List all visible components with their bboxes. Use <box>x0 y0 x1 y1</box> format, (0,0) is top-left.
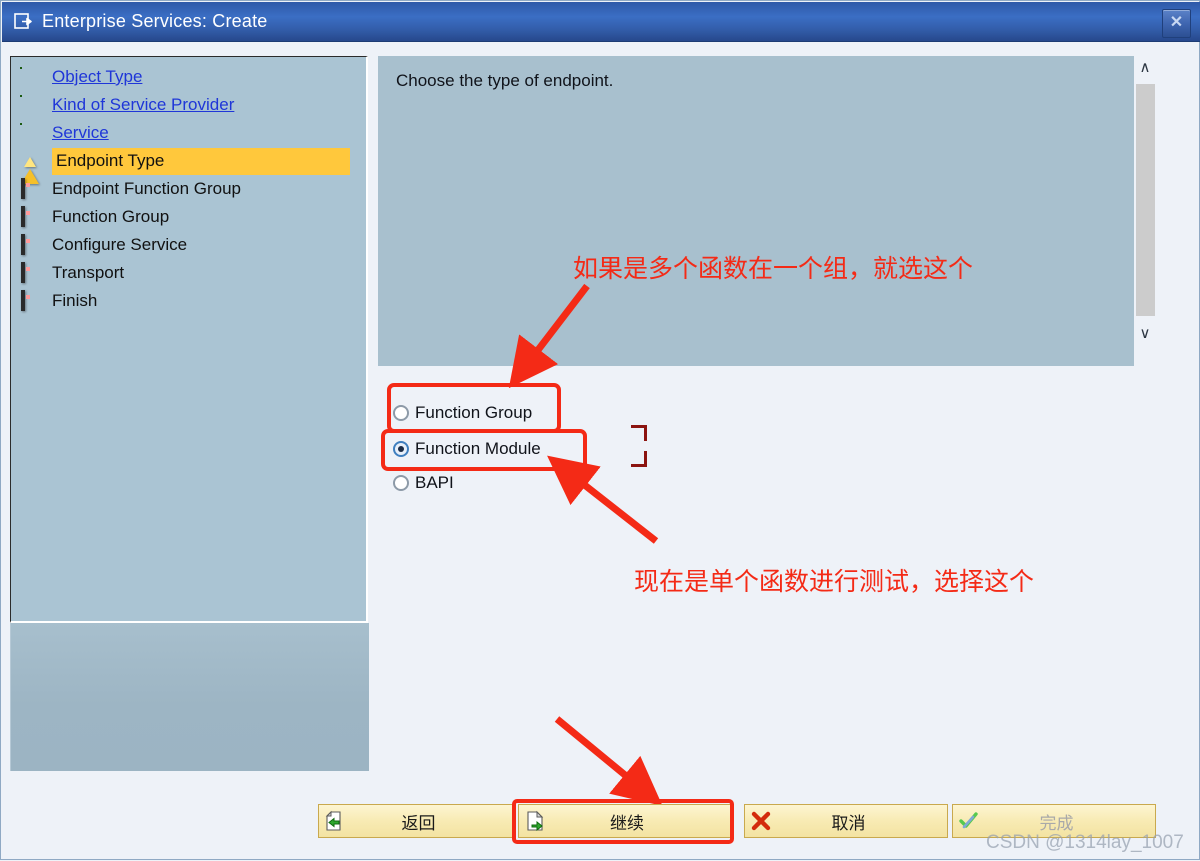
back-button[interactable]: 返回 <box>318 804 514 838</box>
red-square-icon-shape <box>21 262 25 283</box>
button-label: 继续 <box>610 813 644 834</box>
radio-option-bapi[interactable]: BAPI <box>393 470 454 496</box>
close-glyph: ✕ <box>1169 14 1184 31</box>
radio-mark-icon <box>393 405 409 421</box>
create-document-icon <box>14 13 32 29</box>
radio-option-function-module[interactable]: Function Module <box>393 436 541 462</box>
sidebar-item-function-group: Function Group <box>13 203 364 231</box>
continue-button[interactable]: 继续 <box>518 804 731 838</box>
sidebar-item-label: Transport <box>52 263 125 282</box>
annotation-note-bottom: 现在是单个函数进行测试，选择这个 <box>634 567 1035 596</box>
description-panel: Choose the type of endpoint. <box>378 56 1134 366</box>
red-square-icon <box>21 290 39 311</box>
sidebar-item-label: Configure Service <box>52 235 188 254</box>
sidebar-item-endpoint-function-group: Endpoint Function Group <box>13 175 364 203</box>
radio-label: BAPI <box>415 473 454 492</box>
sidebar-item-label: Endpoint Function Group <box>52 179 242 198</box>
annotation-note-top: 如果是多个函数在一个组，就选这个 <box>573 254 974 283</box>
tree-panel-backdrop <box>10 623 369 771</box>
button-label: 取消 <box>831 813 866 834</box>
green-sphere-icon <box>21 68 39 86</box>
sidebar-item-label: Service <box>52 123 109 142</box>
radio-label: Function Module <box>415 439 541 458</box>
wizard-step-tree: Object Type Kind of Service Provider Servi… <box>10 56 368 623</box>
radio-mark-selected-icon <box>393 441 409 457</box>
sidebar-item-object-type[interactable]: Object Type <box>13 63 364 91</box>
button-label: 完成 <box>1039 813 1074 834</box>
scroll-up-icon[interactable]: ∧ <box>1134 56 1156 80</box>
warning-triangle-icon <box>21 152 39 184</box>
close-icon[interactable]: ✕ <box>1162 9 1191 38</box>
sidebar-item-configure-service: Configure Service <box>13 231 364 259</box>
radio-label: Function Group <box>415 403 533 422</box>
green-check-icon <box>959 812 978 829</box>
red-x-icon <box>751 811 771 831</box>
sidebar-item-label: Kind of Service Provider <box>52 95 235 114</box>
sidebar-item-kind-of-service-provider[interactable]: Kind of Service Provider <box>13 91 364 119</box>
sidebar-item-label: Finish <box>52 291 98 310</box>
sidebar-item-finish: Finish <box>13 287 364 315</box>
red-square-icon <box>21 234 39 255</box>
sidebar-item-label: Object Type <box>52 67 143 86</box>
radio-option-function-group[interactable]: Function Group <box>393 400 532 426</box>
red-square-icon <box>21 206 39 227</box>
window-title: Enterprise Services: Create <box>42 11 268 31</box>
page-back-arrow-icon <box>325 810 341 831</box>
red-square-icon-shape <box>21 290 25 311</box>
sidebar-item-transport: Transport <box>13 259 364 287</box>
red-square-icon-shape <box>21 234 25 255</box>
page-forward-arrow-icon <box>527 810 544 832</box>
description-scrollbar[interactable]: ∧ ∨ <box>1134 56 1156 346</box>
cancel-button[interactable]: 取消 <box>744 804 948 838</box>
scroll-down-icon[interactable]: ∨ <box>1134 322 1156 346</box>
red-square-icon-shape <box>21 206 25 227</box>
green-sphere-icon <box>21 124 39 142</box>
red-square-icon <box>21 178 39 199</box>
window-title-bar: Enterprise Services: Create ✕ <box>2 2 1200 42</box>
enterprise-services-dialog: Enterprise Services: Create ✕ Object Typ… <box>0 0 1200 860</box>
sidebar-item-endpoint-type: Endpoint Type <box>13 147 364 184</box>
button-label: 返回 <box>401 813 436 834</box>
radio-mark-icon <box>393 475 409 491</box>
description-text: Choose the type of endpoint. <box>396 71 614 90</box>
red-square-icon <box>21 262 39 283</box>
red-square-icon-shape <box>21 178 25 199</box>
sidebar-item-service[interactable]: Service <box>13 119 364 147</box>
green-sphere-icon <box>21 96 39 114</box>
sidebar-item-label: Function Group <box>52 207 170 226</box>
scrollbar-thumb[interactable] <box>1136 84 1155 316</box>
sidebar-item-label: Endpoint Type <box>52 147 350 175</box>
csdn-watermark: CSDN @1314lay_1007 <box>986 832 1184 853</box>
